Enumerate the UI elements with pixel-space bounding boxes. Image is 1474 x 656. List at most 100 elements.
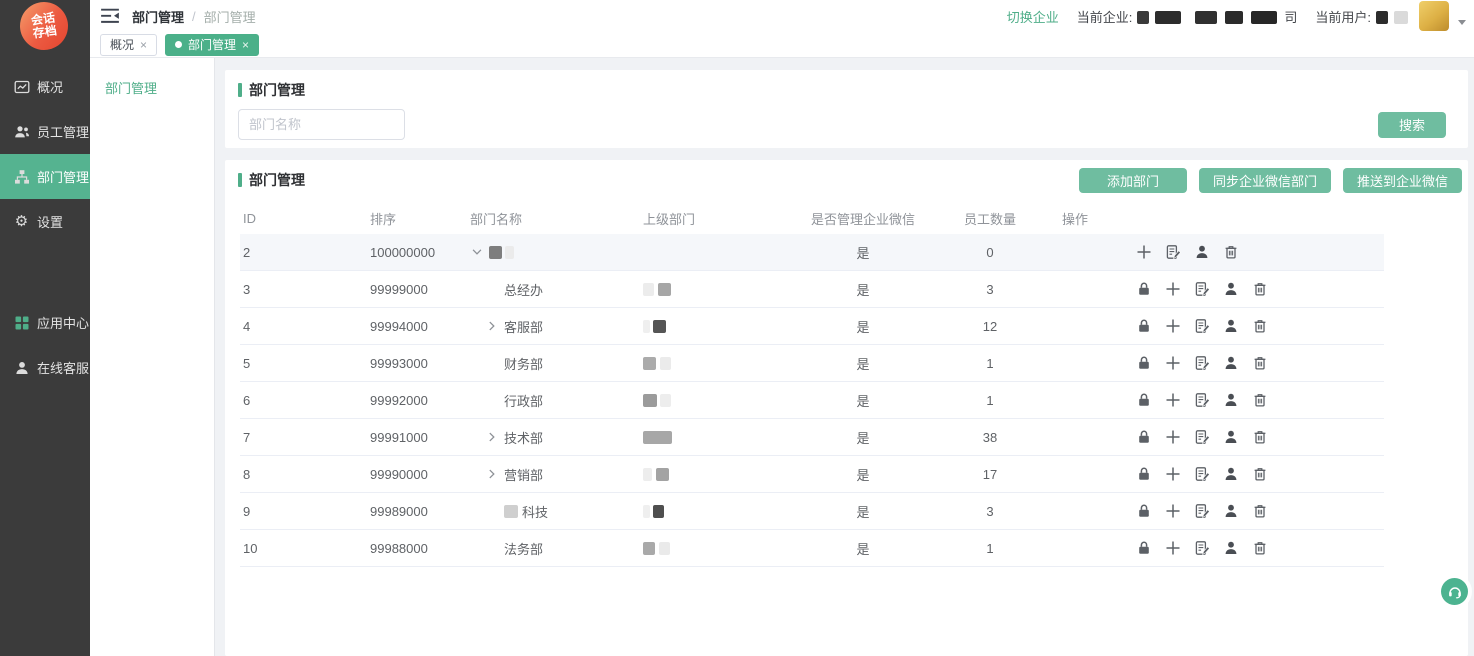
user-icon[interactable]	[1223, 466, 1239, 482]
trash-icon[interactable]	[1252, 540, 1268, 556]
department-name: 行政部	[504, 391, 543, 410]
trash-icon[interactable]	[1252, 392, 1268, 408]
trash-icon[interactable]	[1252, 503, 1268, 519]
lock-icon[interactable]	[1136, 503, 1152, 519]
cell-id: 3	[240, 282, 367, 297]
tab-close-icon[interactable]: ×	[242, 38, 249, 52]
plus-icon[interactable]	[1165, 318, 1181, 334]
avatar[interactable]	[1419, 1, 1449, 31]
cell-sort: 99993000	[367, 356, 467, 371]
edit-icon[interactable]	[1194, 466, 1210, 482]
plus-icon[interactable]	[1165, 355, 1181, 371]
employees-icon	[13, 123, 30, 140]
search-button[interactable]: 搜索	[1378, 112, 1446, 138]
edit-icon[interactable]	[1194, 318, 1210, 334]
add-department-button[interactable]: 添加部门	[1079, 168, 1187, 193]
push-to-wecom-button[interactable]: 推送到企业微信	[1343, 168, 1462, 193]
edit-icon[interactable]	[1194, 429, 1210, 445]
sidebar-item-apps[interactable]: 应用中心	[0, 300, 90, 345]
sidebar-item-label: 应用中心	[37, 313, 89, 332]
redacted-text	[1225, 11, 1243, 24]
trash-icon[interactable]	[1252, 355, 1268, 371]
cell-staff-count: 3	[926, 504, 1054, 519]
lock-icon[interactable]	[1136, 355, 1152, 371]
sync-wecom-departments-button[interactable]: 同步企业微信部门	[1199, 168, 1331, 193]
lock-icon[interactable]	[1136, 466, 1152, 482]
breadcrumb-item-first[interactable]: 部门管理	[132, 7, 184, 26]
user-icon[interactable]	[1223, 503, 1239, 519]
submenu: 部门管理	[90, 58, 215, 656]
department-name: 科技	[522, 502, 548, 521]
plus-icon[interactable]	[1165, 429, 1181, 445]
tab-概况[interactable]: 概况 ×	[100, 34, 157, 56]
cell-parent	[640, 394, 800, 407]
switch-company-link[interactable]: 切换企业	[1007, 7, 1059, 26]
sidebar-item-overview[interactable]: 概况	[0, 64, 90, 109]
edit-icon[interactable]	[1194, 540, 1210, 556]
redacted-text	[1155, 11, 1181, 24]
cell-actions	[1054, 466, 1384, 482]
plus-icon[interactable]	[1165, 281, 1181, 297]
filter-card: 部门管理 搜索	[225, 70, 1468, 148]
cell-parent	[640, 283, 800, 296]
user-icon[interactable]	[1223, 392, 1239, 408]
sidebar-item-settings[interactable]: ⚙ 设置	[0, 199, 90, 244]
lock-icon[interactable]	[1136, 540, 1152, 556]
sidebar-menu-bottom: 应用中心 在线客服	[0, 300, 90, 390]
redacted-text	[653, 320, 666, 333]
department-name-input[interactable]	[238, 109, 405, 140]
workspace: 部门管理 部门管理 搜索 部门管理	[90, 58, 1474, 656]
user-icon[interactable]	[1223, 281, 1239, 297]
user-icon[interactable]	[1223, 355, 1239, 371]
lock-icon[interactable]	[1136, 318, 1152, 334]
table-card-header: 部门管理 添加部门同步企业微信部门推送到企业微信	[225, 168, 1468, 192]
user-icon[interactable]	[1223, 429, 1239, 445]
table-row: 9 99989000 科技 是 3	[240, 493, 1384, 530]
trash-icon[interactable]	[1252, 429, 1268, 445]
tab-部门管理[interactable]: 部门管理 ×	[165, 34, 259, 56]
trash-icon[interactable]	[1252, 466, 1268, 482]
redacted-text	[660, 394, 671, 407]
sidebar-item-departments[interactable]: 部门管理	[0, 154, 90, 199]
tree-expand-icon[interactable]	[485, 319, 499, 333]
sidebar-item-support[interactable]: 在线客服	[0, 345, 90, 390]
plus-icon[interactable]	[1165, 392, 1181, 408]
plus-icon[interactable]	[1165, 503, 1181, 519]
trash-icon[interactable]	[1223, 244, 1239, 260]
cell-parent	[640, 468, 800, 481]
user-icon[interactable]	[1194, 244, 1210, 260]
user-menu-caret-icon[interactable]	[1458, 20, 1466, 25]
user-icon[interactable]	[1223, 540, 1239, 556]
lock-icon[interactable]	[1136, 281, 1152, 297]
submenu-item-departments[interactable]: 部门管理	[105, 78, 214, 97]
redacted-text	[643, 357, 656, 370]
tab-close-icon[interactable]: ×	[140, 38, 147, 52]
user-icon[interactable]	[1223, 318, 1239, 334]
sidebar-item-employees[interactable]: 员工管理	[0, 109, 90, 154]
lock-icon[interactable]	[1136, 392, 1152, 408]
tab-label: 部门管理	[188, 36, 236, 53]
edit-icon[interactable]	[1194, 281, 1210, 297]
edit-icon[interactable]	[1194, 355, 1210, 371]
edit-icon[interactable]	[1194, 503, 1210, 519]
department-table: ID 排序 部门名称 上级部门 是否管理企业微信 员工数量 操作 2 10000…	[240, 202, 1384, 567]
tree-expand-icon[interactable]	[485, 467, 499, 481]
tree-expand-icon[interactable]	[485, 430, 499, 444]
redacted-text	[643, 542, 655, 555]
trash-icon[interactable]	[1252, 281, 1268, 297]
plus-icon[interactable]	[1136, 244, 1152, 260]
cell-staff-count: 38	[926, 430, 1054, 445]
edit-icon[interactable]	[1165, 244, 1181, 260]
customer-service-float-button[interactable]	[1441, 578, 1468, 605]
plus-icon[interactable]	[1165, 466, 1181, 482]
cell-sort: 99988000	[367, 541, 467, 556]
collapse-menu-icon[interactable]	[100, 8, 120, 24]
tree-collapse-icon[interactable]	[470, 245, 484, 259]
plus-icon[interactable]	[1165, 540, 1181, 556]
trash-icon[interactable]	[1252, 318, 1268, 334]
current-company-suffix: 司	[1284, 7, 1297, 26]
redacted-text	[643, 468, 652, 481]
edit-icon[interactable]	[1194, 392, 1210, 408]
lock-icon[interactable]	[1136, 429, 1152, 445]
cell-name: 财务部	[467, 354, 640, 373]
